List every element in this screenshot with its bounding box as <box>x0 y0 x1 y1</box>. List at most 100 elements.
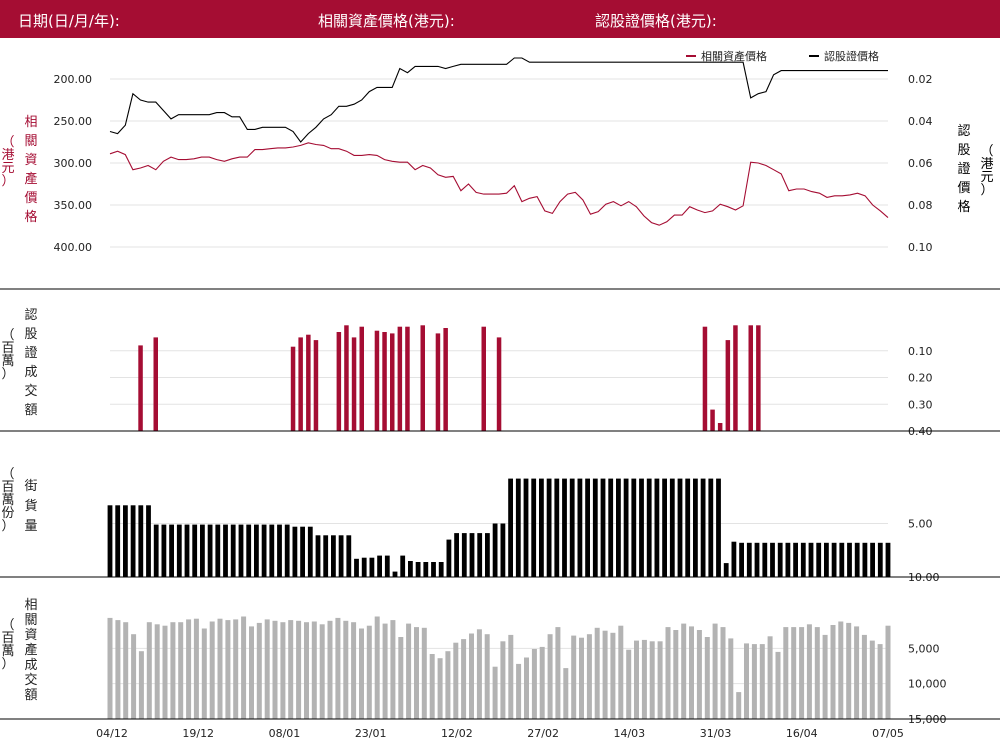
x-tick: 23/01 <box>355 727 387 740</box>
underlying-turnover-bar <box>665 627 671 719</box>
underlying-turnover-bar <box>736 692 742 719</box>
underlying-turnover-bar <box>366 625 372 719</box>
underlying-turnover-bar <box>751 644 757 719</box>
outstanding-bar <box>469 533 475 577</box>
warrant-turnover-bar <box>725 340 731 431</box>
underlying-turnover-bar <box>508 634 514 719</box>
warrant-turnover-bar <box>717 423 723 431</box>
outstanding-bar <box>854 542 860 577</box>
outstanding-bar <box>123 505 128 577</box>
underlying-turnover-bar <box>131 634 137 719</box>
underlying-turnover-bar <box>461 639 467 719</box>
outstanding-bar <box>793 542 798 577</box>
y-title: 交 <box>24 383 37 399</box>
underlying-turnover-bar <box>272 620 278 719</box>
outstanding-bar <box>669 478 675 577</box>
warrant-turnover-bar <box>153 337 158 431</box>
underlying-turnover-bar <box>264 619 270 719</box>
outstanding-bar <box>346 535 352 577</box>
outstanding-bar <box>454 533 459 577</box>
outstanding-bar <box>269 524 275 577</box>
y-title: 相 <box>24 598 37 613</box>
underlying-turnover-bar <box>854 626 860 719</box>
underlying-turnover-bar <box>500 641 506 719</box>
outstanding-bar <box>338 535 344 577</box>
outstanding-bar <box>477 533 483 577</box>
warrant-turnover-bar <box>390 333 395 431</box>
y-left-unit: ） <box>1 174 14 189</box>
underlying-turnover-bar <box>830 625 836 719</box>
outstanding-bar <box>839 542 845 577</box>
warrant-price-line <box>109 57 888 143</box>
underlying-turnover-bar <box>610 632 616 719</box>
y-title: 認 <box>24 307 37 323</box>
outstanding-bar <box>824 542 829 577</box>
warrant-turnover-bar <box>298 337 303 431</box>
outstanding-bar <box>785 542 791 577</box>
warrant-turnover-bar <box>405 326 410 431</box>
underlying-turnover-bar <box>586 634 592 719</box>
outstanding-bar <box>523 478 529 577</box>
warrant-turnover-bar <box>397 326 403 431</box>
underlying-turnover-bar <box>775 651 781 719</box>
underlying-turnover-bar <box>390 620 396 719</box>
underlying-turnover-bar <box>673 630 679 719</box>
outstanding-bar <box>246 524 252 577</box>
underlying-turnover-bar <box>280 622 286 719</box>
y-tick: 0.30 <box>908 398 933 411</box>
outstanding-bar <box>254 524 259 577</box>
warrant-turnover-bar <box>313 340 319 431</box>
underlying-turnover-bar <box>877 644 883 719</box>
warrant-turnover-bar <box>496 337 502 431</box>
underlying-turnover-bar <box>296 620 302 719</box>
underlying-price-line <box>109 142 889 226</box>
underlying-turnover-bar <box>186 619 192 719</box>
y-title: 交 <box>24 672 37 688</box>
outstanding-bar <box>885 542 891 577</box>
outstanding-bar <box>130 505 136 577</box>
underlying-turnover-bar <box>861 634 867 719</box>
outstanding-bar <box>400 555 406 577</box>
underlying-turnover-bar <box>304 622 309 719</box>
y-right-title: 認 <box>957 123 970 139</box>
outstanding-bar <box>230 524 236 577</box>
y-unit: ） <box>1 519 14 534</box>
warrant-turnover-bar <box>359 326 364 431</box>
underlying-turnover-bar <box>704 637 710 719</box>
outstanding-bar <box>847 542 852 577</box>
y-title: 額 <box>24 403 37 418</box>
warrant-turnover-bar <box>290 346 296 431</box>
y-title: 資 <box>24 628 37 643</box>
outstanding-bar <box>739 542 744 577</box>
underlying-turnover-bar <box>288 620 294 719</box>
underlying-turnover-bar <box>681 623 687 719</box>
outstanding-bar <box>515 478 521 577</box>
outstanding-bar <box>770 542 775 577</box>
underlying-turnover-bar <box>209 621 215 719</box>
underlying-turnover-bar <box>115 620 121 719</box>
outstanding-bar <box>816 542 822 577</box>
underlying-turnover-bar <box>437 658 443 719</box>
underlying-turnover-panel: 15,00010,0005,000相關資產成交額（百萬） <box>0 598 1000 726</box>
outstanding-bar <box>331 535 336 577</box>
outstanding-bar <box>315 535 321 577</box>
outstanding-bar <box>662 478 667 577</box>
outstanding-bar <box>184 524 190 577</box>
y-left-title: 資 <box>24 153 37 168</box>
outstanding-bar <box>877 542 883 577</box>
outstanding-bar <box>616 478 621 577</box>
underlying-turnover-bar <box>162 625 168 719</box>
y-right-title: 格 <box>957 199 970 215</box>
outstanding-bar <box>153 524 159 577</box>
underlying-turnover-bar <box>579 637 584 719</box>
underlying-turnover-bar <box>343 620 349 719</box>
underlying-turnover-bar <box>193 618 199 719</box>
y-title: 量 <box>24 519 37 534</box>
outstanding-bar <box>777 542 783 577</box>
y-left-tick: 400.00 <box>54 241 93 254</box>
y-title: 股 <box>24 327 37 342</box>
outstanding-bar <box>215 524 221 577</box>
underlying-turnover-bar <box>256 622 262 719</box>
underlying-turnover-bar <box>335 617 341 719</box>
underlying-turnover-bar <box>555 627 561 719</box>
